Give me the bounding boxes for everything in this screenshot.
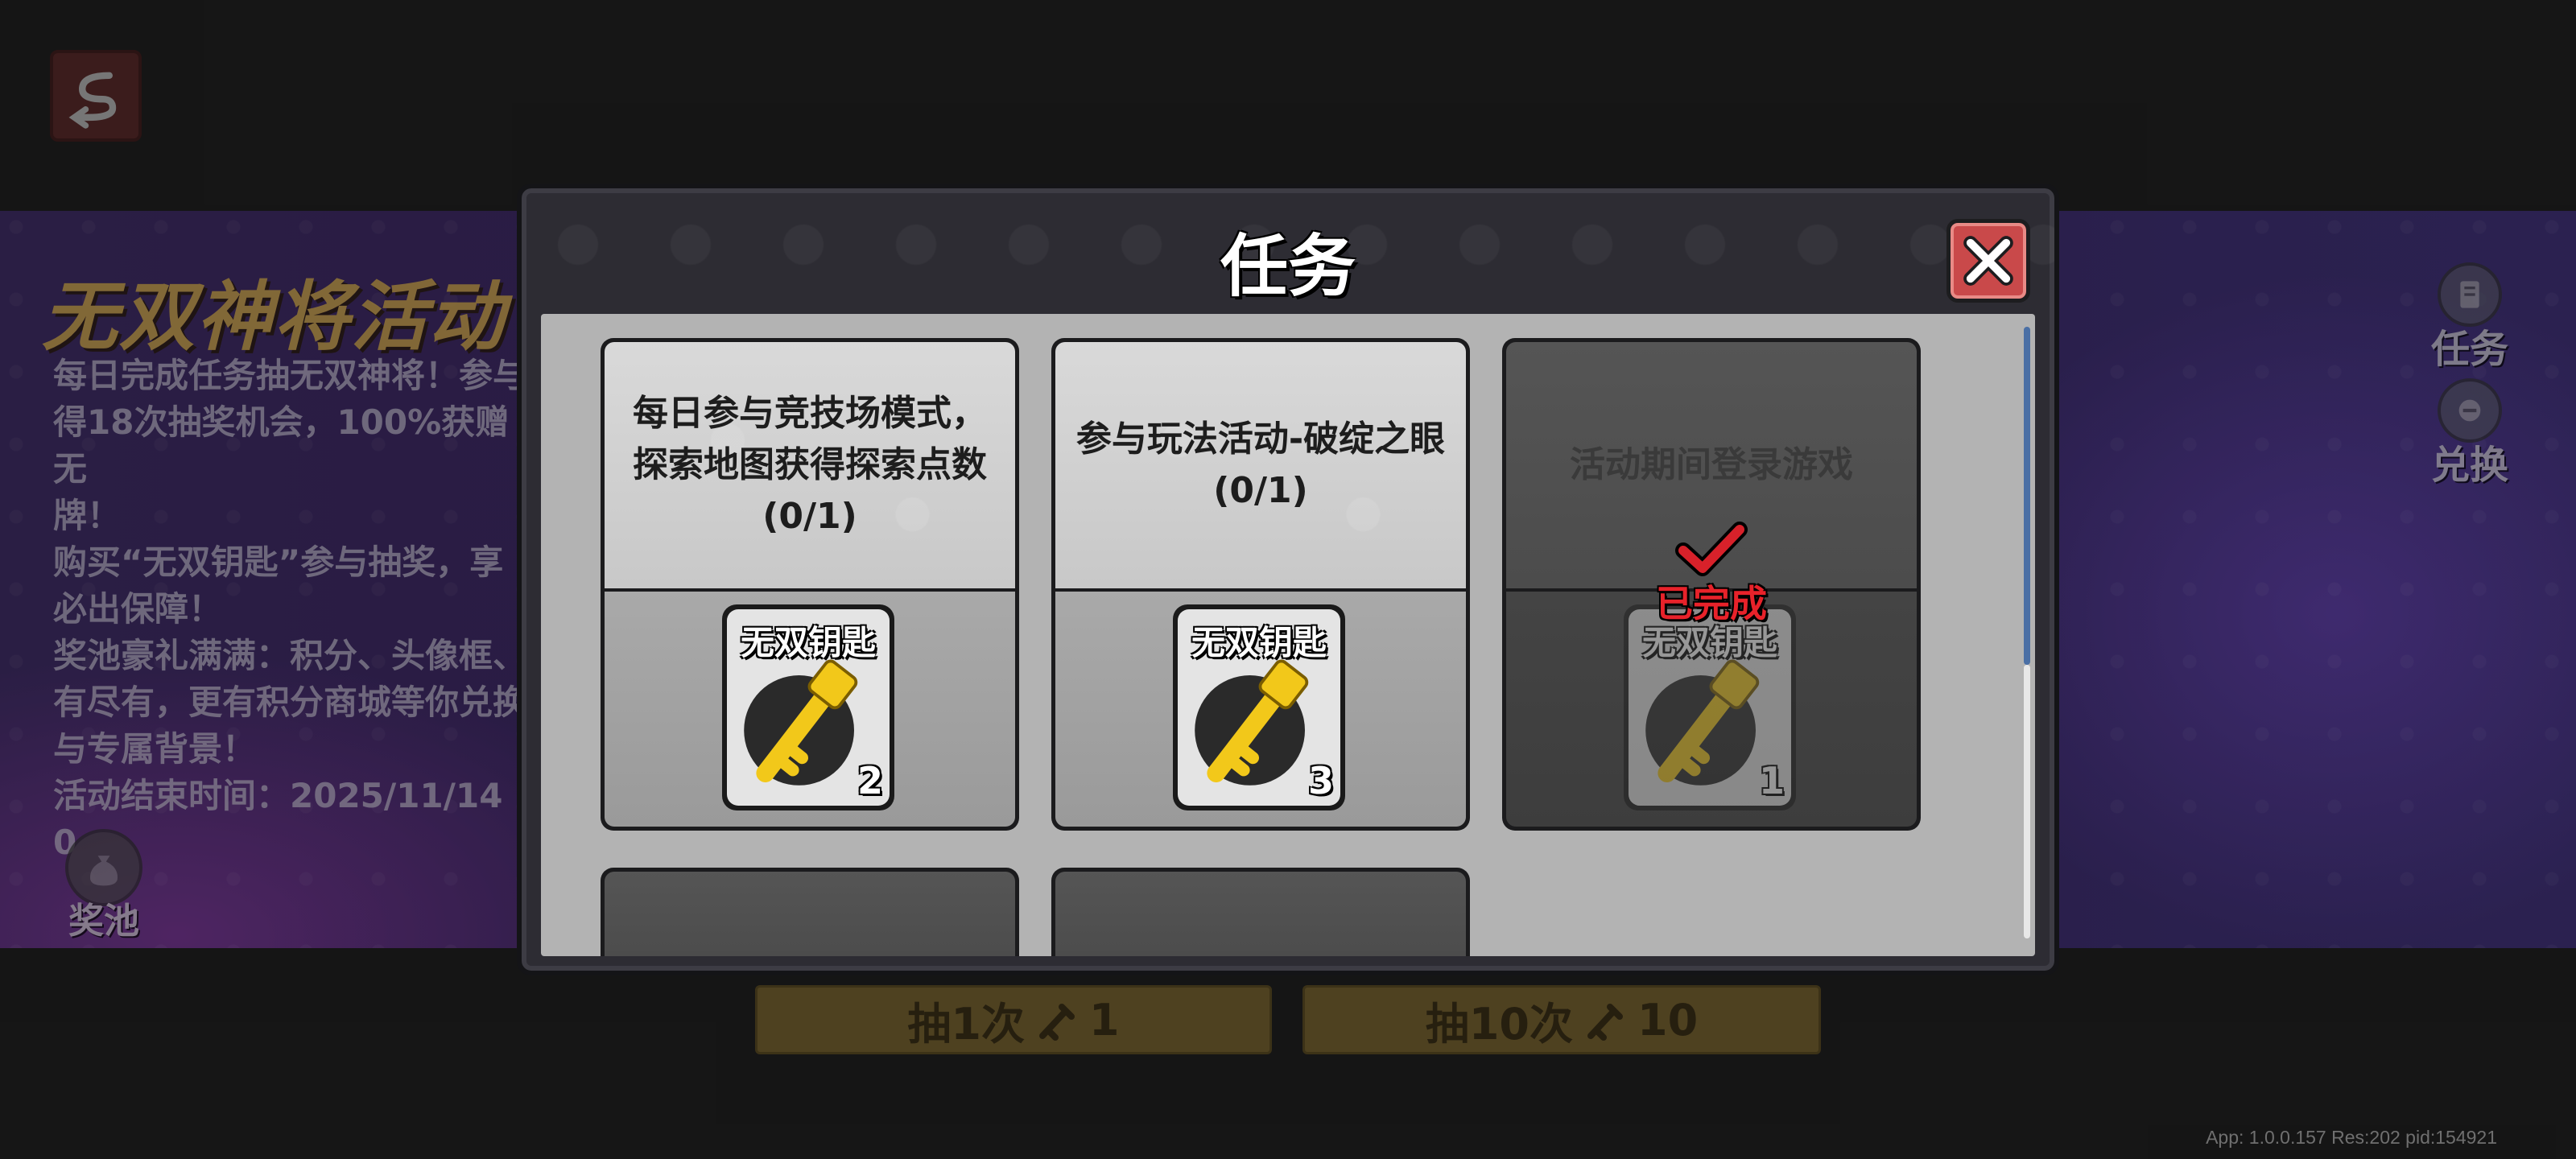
close-button[interactable] (1946, 219, 2030, 303)
checkmark-icon (1675, 522, 1748, 576)
task-card[interactable]: 参与玩法活动-破绽之眼(0/1) 无双钥匙 3 (1051, 338, 1470, 831)
reward-count: 1 (1758, 759, 1785, 802)
scrollbar-track[interactable] (2024, 665, 2030, 938)
task-description: 每日参与竞技场模式，探索地图获得探索点数(0/1) (633, 393, 987, 537)
task-list[interactable]: 每日参与竞技场模式，探索地图获得探索点数(0/1) 无双钥匙 2 参与玩法活动-… (541, 314, 2035, 956)
task-card[interactable] (601, 868, 1019, 956)
completed-badge: 已完成 (1502, 522, 1921, 628)
task-reward-panel: 无双钥匙 3 (1055, 592, 1466, 827)
task-card-completed: 活动期间登录游戏 无双钥匙 1 已完成 (1502, 338, 1921, 831)
task-card[interactable] (1051, 868, 1470, 956)
completed-label: 已完成 (1656, 582, 1767, 625)
reward-count: 3 (1307, 759, 1334, 802)
task-description-panel: 每日参与竞技场模式，探索地图获得探索点数(0/1) (605, 342, 1015, 588)
reward-item[interactable]: 无双钥匙 2 (722, 604, 894, 810)
task-dialog: 任务 每日参与竞技场模式，探索地图获得探索点数(0/1) 无双钥匙 2 参与玩法… (517, 184, 2059, 975)
dialog-title: 任务 (1220, 227, 1356, 306)
scrollbar-thumb[interactable] (2024, 327, 2030, 665)
task-description-panel: 参与玩法活动-破绽之眼(0/1) (1055, 342, 1466, 588)
reward-item: 无双钥匙 1 (1624, 604, 1796, 810)
task-description: 活动期间登录游戏 (1570, 444, 1853, 485)
reward-name: 无双钥匙 (1191, 623, 1327, 662)
reward-item[interactable]: 无双钥匙 3 (1173, 604, 1345, 810)
reward-count: 2 (857, 759, 883, 802)
task-card[interactable]: 每日参与竞技场模式，探索地图获得探索点数(0/1) 无双钥匙 2 (601, 338, 1019, 831)
task-description: 参与玩法活动-破绽之眼(0/1) (1075, 419, 1446, 511)
task-reward-panel: 无双钥匙 2 (605, 592, 1015, 827)
close-icon (1963, 236, 2013, 286)
reward-name: 无双钥匙 (740, 623, 876, 662)
